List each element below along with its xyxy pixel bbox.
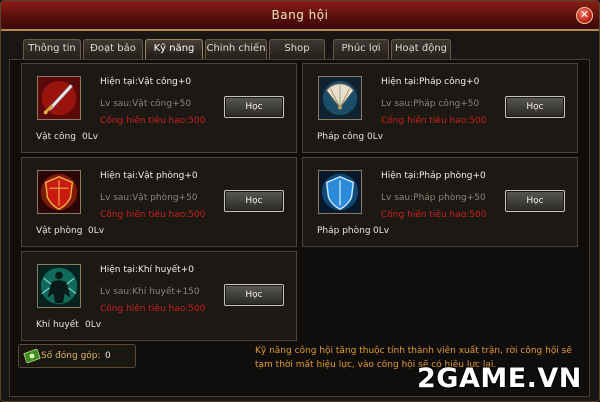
skill-cost: Cống hiến tiêu hao:500 <box>100 210 206 220</box>
skill-current: Hiện tại:Vật công+0 <box>100 77 192 87</box>
learn-button-vat-cong[interactable]: Học <box>224 96 284 118</box>
skill-next: Lv sau:Vật công+50 <box>100 99 192 109</box>
learn-button-khi-huyet[interactable]: Học <box>224 284 284 306</box>
tab-chinh-chien[interactable]: Chinh chiến <box>205 39 267 59</box>
skill-card-phap-cong: Pháp công 0Lv Hiện tại:Pháp công+0 Lv sa… <box>302 63 578 153</box>
skill-name: Vật công <box>36 132 76 142</box>
tab-shop[interactable]: Shop <box>269 39 325 59</box>
skill-name: Khí huyết <box>36 320 79 330</box>
banknote-icon <box>23 347 41 365</box>
tab-thong-tin[interactable]: Thông tin <box>23 39 81 59</box>
skill-next: Lv sau:Pháp công+50 <box>381 99 480 109</box>
skill-level: 0Lv <box>85 320 102 330</box>
contribution-label: Số đóng góp: <box>41 351 101 361</box>
skill-current: Hiện tại:Pháp phòng+0 <box>381 171 486 181</box>
sword-icon <box>37 76 81 120</box>
vitality-icon <box>37 264 81 308</box>
skill-cost: Cống hiến tiêu hao:500 <box>381 116 487 126</box>
skill-card-phap-phong: Pháp phòng 0Lv Hiện tại:Pháp phòng+0 Lv … <box>302 157 578 247</box>
contribution-box: Số đóng góp: 0 <box>18 344 136 368</box>
skill-level: 0Lv <box>373 226 390 236</box>
skill-cost: Cống hiến tiêu hao:500 <box>381 210 487 220</box>
skill-current: Hiện tại:Vật phòng+0 <box>100 171 198 181</box>
skill-card-vat-cong: Vật công 0Lv Hiện tại:Vật công+0 Lv sau:… <box>21 63 297 153</box>
skill-card-khi-huyet: Khí huyết 0Lv Hiện tại:Khí huyết+0 Lv sa… <box>21 251 297 341</box>
skill-level: 0Lv <box>82 132 99 142</box>
blue-shield-icon <box>318 170 362 214</box>
skill-next: Lv sau:Vật phòng+50 <box>100 193 198 203</box>
skill-name: Pháp công <box>317 132 365 142</box>
skill-name: Vật phòng <box>36 226 83 236</box>
window-title: Bang hội <box>271 8 329 22</box>
contribution-value: 0 <box>105 351 111 361</box>
skill-card-vat-phong: Vật phòng 0Lv Hiện tại:Vật phòng+0 Lv sa… <box>21 157 297 247</box>
skill-level: 0Lv <box>367 132 384 142</box>
guild-window: Bang hội ✕ Thông tin Đoạt bảo Kỹ năng Ch… <box>0 0 600 402</box>
skill-cost: Cống hiến tiêu hao:500 <box>100 304 206 314</box>
skill-name: Pháp phòng <box>317 226 371 236</box>
red-shield-icon <box>37 170 81 214</box>
skill-level: 0Lv <box>88 226 105 236</box>
skill-next: Lv sau:Pháp phòng+50 <box>381 193 486 203</box>
learn-button-phap-cong[interactable]: Học <box>505 96 565 118</box>
close-icon[interactable]: ✕ <box>576 7 593 24</box>
tab-doat-bao[interactable]: Đoạt bảo <box>83 39 143 59</box>
fan-icon <box>318 76 362 120</box>
learn-button-vat-phong[interactable]: Học <box>224 190 284 212</box>
skill-cost: Cống hiến tiêu hao:500 <box>100 116 206 126</box>
tab-ky-nang[interactable]: Kỹ năng <box>145 39 203 59</box>
title-bar: Bang hội ✕ <box>1 1 599 31</box>
learn-button-phap-phong[interactable]: Học <box>505 190 565 212</box>
tab-phuc-loi[interactable]: Phúc lợi <box>333 39 389 59</box>
tab-hoat-dong[interactable]: Hoạt động <box>391 39 451 59</box>
skill-next: Lv sau:Khí huyết+150 <box>100 287 200 297</box>
watermark: 2GAME.VN <box>417 363 582 394</box>
skill-current: Hiện tại:Pháp công+0 <box>381 77 480 87</box>
skill-current: Hiện tại:Khí huyết+0 <box>100 265 194 275</box>
